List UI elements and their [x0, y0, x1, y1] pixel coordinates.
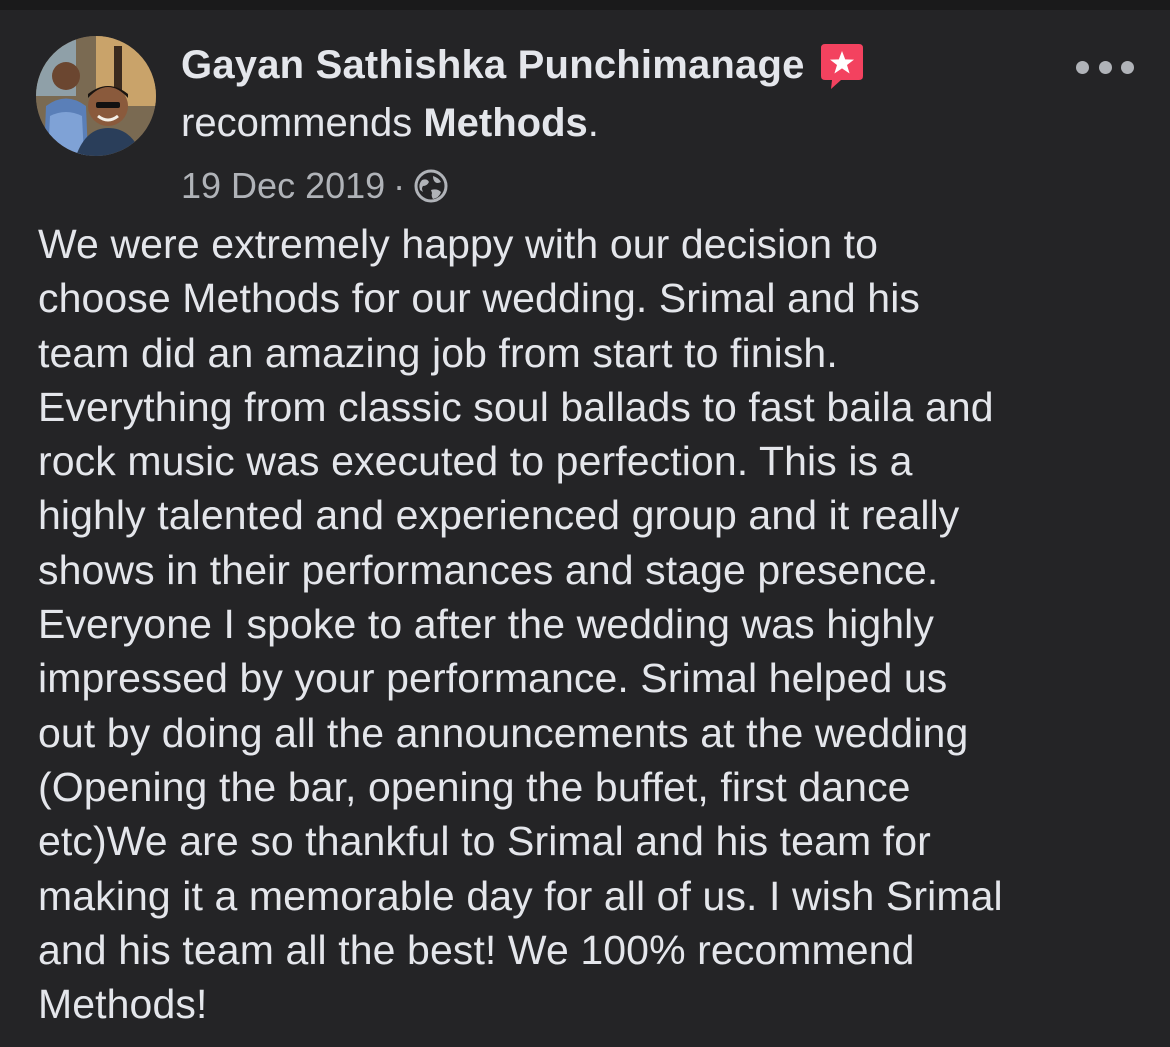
author-avatar[interactable] — [36, 36, 156, 156]
page-name-link[interactable]: Methods — [423, 101, 587, 145]
author-name[interactable]: Gayan Sathishka Punchimanage — [181, 43, 805, 88]
more-options-button[interactable] — [1076, 56, 1134, 78]
review-line: impressed by your performance. Srimal he… — [38, 655, 948, 702]
globe-icon[interactable] — [413, 168, 449, 204]
review-line: Methods! — [38, 981, 208, 1028]
review-line: shows in their performances and stage pr… — [38, 546, 939, 593]
review-post: Gayan Sathishka Punchimanage recommends … — [0, 0, 1170, 1047]
avatar-photo — [36, 36, 156, 156]
review-line: etc)We are so thankful to Srimal and his… — [38, 818, 931, 865]
review-line: highly talented and experienced group an… — [38, 492, 960, 539]
recommendation-star-icon — [817, 42, 867, 92]
review-line: Everyone I spoke to after the wedding wa… — [38, 601, 934, 648]
review-line: and his team all the best! We 100% recom… — [38, 926, 915, 973]
review-line: making it a memorable day for all of us.… — [38, 872, 1003, 919]
top-divider — [0, 0, 1170, 10]
review-line: team did an amazing job from start to fi… — [38, 329, 838, 376]
post-header: Gayan Sathishka Punchimanage — [181, 40, 867, 90]
review-line: out by doing all the announcements at th… — [38, 709, 969, 756]
review-line: Everything from classic soul ballads to … — [38, 383, 994, 430]
recommends-suffix: . — [587, 101, 599, 145]
more-dot — [1076, 60, 1089, 74]
post-meta: 19 Dec 2019 · — [181, 165, 449, 207]
more-dot — [1121, 60, 1134, 74]
review-line: (Opening the bar, opening the buffet, fi… — [38, 763, 911, 810]
review-line: We were extremely happy with our decisio… — [38, 221, 878, 267]
meta-separator: · — [393, 165, 406, 206]
review-line: rock music was executed to perfection. T… — [38, 438, 913, 485]
more-dot — [1098, 60, 1112, 74]
review-line: choose Methods for our wedding. Srimal a… — [38, 275, 921, 322]
recommends-text: recommends — [181, 101, 424, 145]
review-body: We were extremely happy with our decisio… — [38, 217, 1138, 1031]
post-date[interactable]: 19 Dec 2019 — [181, 165, 385, 207]
recommendation-line: recommends Methods. — [181, 101, 599, 146]
